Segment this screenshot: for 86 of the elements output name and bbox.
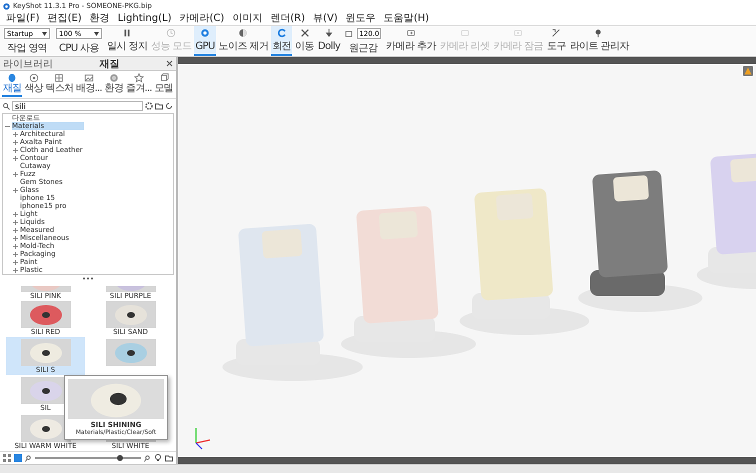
color-icon: [28, 73, 39, 83]
camera-add-icon: [406, 28, 416, 38]
search-field[interactable]: sili: [12, 101, 143, 111]
settings-icon[interactable]: [145, 102, 153, 110]
library-tab[interactable]: 텍스처: [44, 72, 74, 97]
camera-reset-icon: [460, 28, 470, 38]
library-tab[interactable]: 색상: [23, 72, 44, 97]
drop-icon: [7, 73, 18, 83]
toolbar-button[interactable]: Dolly: [316, 26, 342, 56]
library-tab[interactable]: 모델: [154, 72, 174, 97]
folder-icon[interactable]: [155, 102, 163, 110]
thumbnail-image[interactable]: [20, 339, 70, 366]
menu-item[interactable]: 이미지: [228, 12, 266, 25]
thumbnail-image[interactable]: [106, 286, 156, 292]
thumbnail-image[interactable]: [106, 301, 156, 328]
thumbnail-image[interactable]: [106, 339, 156, 366]
splitter-handle-icon[interactable]: [82, 276, 94, 280]
toolbar-button[interactable]: 카메라 추가: [385, 26, 437, 56]
expand-icon[interactable]: [13, 148, 18, 152]
dolly-icon: [324, 28, 334, 38]
zoom-in-icon: [144, 454, 151, 462]
expand-icon[interactable]: [13, 132, 18, 136]
expand-icon[interactable]: [13, 188, 18, 192]
expand-icon[interactable]: [13, 260, 18, 264]
menu-item[interactable]: 도움말(H): [380, 12, 434, 25]
menu-item[interactable]: 렌더(R): [266, 12, 310, 25]
menu-item[interactable]: 편집(E): [44, 12, 86, 25]
gpu-icon: [200, 28, 210, 38]
collapse-icon[interactable]: [5, 124, 10, 128]
dropdown-caption: CPU 사용: [59, 43, 99, 54]
cube-icon: [158, 73, 169, 83]
thumbnail-image[interactable]: [20, 286, 70, 292]
caret-icon: [42, 32, 47, 36]
warning-icon[interactable]: [743, 66, 753, 76]
pause-icon: [122, 28, 132, 38]
toolbar-button[interactable]: 라이트 관리자: [568, 26, 630, 56]
toolbar-button[interactable]: 일시 정지: [106, 26, 148, 56]
clock-icon: [166, 28, 176, 38]
expand-icon[interactable]: [13, 140, 18, 144]
thumbnail-image[interactable]: [20, 301, 70, 328]
library-tab[interactable]: 재질: [2, 72, 22, 97]
half-circle-icon: [238, 28, 248, 38]
caret-icon: [94, 32, 99, 36]
library-tab[interactable]: 배경...: [75, 72, 103, 97]
toolbar-button[interactable]: 회전: [271, 26, 292, 56]
expand-icon[interactable]: [13, 236, 18, 240]
library-tab[interactable]: 환경: [104, 72, 124, 97]
expand-icon[interactable]: [13, 172, 18, 176]
menu-item[interactable]: 환경: [86, 12, 114, 25]
expand-icon[interactable]: [13, 212, 18, 216]
expand-icon[interactable]: [13, 244, 18, 248]
menu-item[interactable]: 뷰(V): [309, 12, 342, 25]
move-icon: [300, 28, 310, 38]
expand-icon[interactable]: [13, 220, 18, 224]
panel-heading: 재질: [100, 58, 120, 70]
menu-item[interactable]: 카메라(C): [175, 12, 228, 25]
expand-icon[interactable]: [13, 156, 18, 160]
refresh-icon[interactable]: [165, 102, 173, 110]
bulb-icon[interactable]: [154, 454, 162, 462]
toolbar-button[interactable]: 이동: [294, 26, 315, 56]
expand-icon[interactable]: [13, 228, 18, 232]
expand-icon[interactable]: [13, 268, 18, 272]
menu-item[interactable]: 윈도우: [342, 12, 380, 25]
toolbar-button[interactable]: GPU: [194, 26, 216, 56]
texture-icon: [54, 73, 64, 83]
sphere-icon: [108, 73, 119, 83]
folder-icon[interactable]: [165, 454, 173, 462]
expand-icon[interactable]: [13, 252, 18, 256]
search-icon: [3, 102, 10, 110]
panel-title: 라이브러리: [3, 58, 53, 70]
star-icon: [134, 73, 144, 83]
image-icon: [84, 73, 94, 83]
tools-icon: [551, 28, 562, 38]
rotate-icon: [276, 28, 287, 38]
toolbar-button[interactable]: 도구: [546, 26, 567, 56]
toolbar-button[interactable]: 노이즈 제거: [218, 26, 270, 56]
menu-item[interactable]: Lighting(L): [114, 12, 176, 25]
library-tab[interactable]: 즐겨...: [125, 72, 153, 97]
field-caption: 원근감: [349, 43, 378, 54]
zoom-out-icon: [25, 454, 32, 462]
menu-item[interactable]: 파일(F): [2, 12, 44, 25]
app-logo-icon: [3, 2, 10, 10]
dropdown-caption: 작업 영역: [6, 43, 48, 54]
close-icon[interactable]: [166, 60, 173, 67]
camera-lock-icon: [513, 28, 524, 38]
grid-view-icon[interactable]: [3, 454, 11, 462]
